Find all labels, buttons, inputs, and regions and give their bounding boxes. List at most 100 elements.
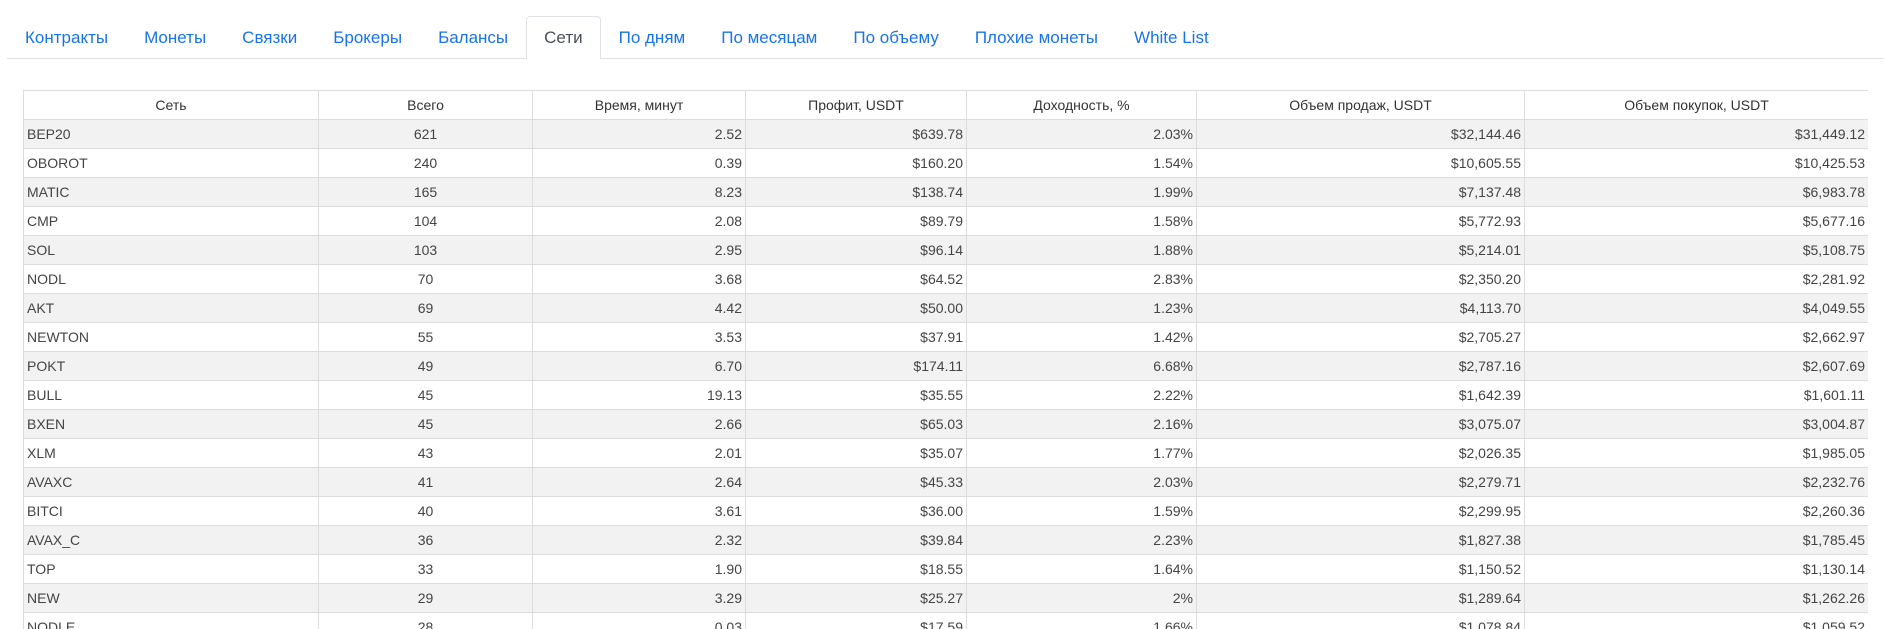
cell-purchase-volume: $31,449.12 [1524, 119, 1868, 149]
cell-yield-percent: 1.64% [966, 554, 1197, 584]
networks-table: Сеть Всего Время, минут Профит, USDT Доходно… [23, 90, 1868, 629]
column-header-purchase-volume[interactable]: Объем покупок, USDT [1524, 90, 1868, 120]
cell-purchase-volume: $2,607.69 [1524, 351, 1868, 381]
cell-network: AVAXC [23, 467, 319, 497]
cell-network: AKT [23, 293, 319, 323]
cell-network: OBOROT [23, 148, 319, 178]
cell-time-minutes: 2.95 [532, 235, 746, 265]
cell-total: 29 [318, 583, 533, 613]
table-row: BEP20 621 2.52 $639.78 2.03% $32,144.46 $31,44… [23, 119, 1868, 149]
cell-yield-percent: 1.54% [966, 148, 1197, 178]
cell-network: NEW [23, 583, 319, 613]
cell-sales-volume: $5,214.01 [1196, 235, 1525, 265]
cell-sales-volume: $1,078.84 [1196, 612, 1525, 629]
cell-purchase-volume: $2,232.76 [1524, 467, 1868, 497]
table-row: NODL 70 3.68 $64.52 2.83% $2,350.20 $2,281.92 [23, 264, 1868, 294]
cell-total: 70 [318, 264, 533, 294]
cell-yield-percent: 2.22% [966, 380, 1197, 410]
tab-1[interactable]: Монеты [126, 16, 224, 58]
cell-purchase-volume: $2,662.97 [1524, 322, 1868, 352]
cell-total: 103 [318, 235, 533, 265]
cell-profit-usdt: $138.74 [745, 177, 967, 207]
cell-total: 165 [318, 177, 533, 207]
cell-purchase-volume: $10,425.53 [1524, 148, 1868, 178]
cell-sales-volume: $4,113.70 [1196, 293, 1525, 323]
cell-sales-volume: $2,705.27 [1196, 322, 1525, 352]
table-row: CMP 104 2.08 $89.79 1.58% $5,772.93 $5,677.16 [23, 206, 1868, 236]
cell-yield-percent: 1.23% [966, 293, 1197, 323]
cell-sales-volume: $5,772.93 [1196, 206, 1525, 236]
cell-time-minutes: 0.03 [532, 612, 746, 629]
column-header-sales-volume[interactable]: Объем продаж, USDT [1196, 90, 1525, 120]
cell-profit-usdt: $35.07 [745, 438, 967, 468]
table-row: BXEN 45 2.66 $65.03 2.16% $3,075.07 $3,004.87 [23, 409, 1868, 439]
cell-network: NEWTON [23, 322, 319, 352]
table-row: SOL 103 2.95 $96.14 1.88% $5,214.01 $5,108.75 [23, 235, 1868, 265]
column-header-yield-percent[interactable]: Доходность, % [966, 90, 1197, 120]
cell-network: NODL [23, 264, 319, 294]
tab-4[interactable]: Балансы [420, 16, 526, 58]
cell-network: TOP [23, 554, 319, 584]
tab-7[interactable]: По месяцам [703, 16, 835, 58]
cell-purchase-volume: $5,108.75 [1524, 235, 1868, 265]
cell-time-minutes: 6.70 [532, 351, 746, 381]
table-row: TOP 33 1.90 $18.55 1.64% $1,150.52 $1,130.14 [23, 554, 1868, 584]
table-row: XLM 43 2.01 $35.07 1.77% $2,026.35 $1,985.05 [23, 438, 1868, 468]
cell-yield-percent: 1.58% [966, 206, 1197, 236]
tab-9[interactable]: Плохие монеты [957, 16, 1116, 58]
tab-0[interactable]: Контракты [7, 16, 126, 58]
table-row: AVAX_C 36 2.32 $39.84 2.23% $1,827.38 $1,785.4… [23, 525, 1868, 555]
cell-time-minutes: 4.42 [532, 293, 746, 323]
cell-sales-volume: $1,642.39 [1196, 380, 1525, 410]
cell-network: XLM [23, 438, 319, 468]
header-row: Сеть Всего Время, минут Профит, USDT Доходно… [23, 90, 1868, 120]
cell-total: 28 [318, 612, 533, 629]
cell-purchase-volume: $2,281.92 [1524, 264, 1868, 294]
cell-sales-volume: $2,787.16 [1196, 351, 1525, 381]
cell-profit-usdt: $96.14 [745, 235, 967, 265]
cell-total: 49 [318, 351, 533, 381]
cell-purchase-volume: $5,677.16 [1524, 206, 1868, 236]
cell-profit-usdt: $18.55 [745, 554, 967, 584]
cell-yield-percent: 1.66% [966, 612, 1197, 629]
column-header-time-minutes[interactable]: Время, минут [532, 90, 746, 120]
column-header-network[interactable]: Сеть [23, 90, 319, 120]
cell-time-minutes: 3.61 [532, 496, 746, 526]
cell-total: 41 [318, 467, 533, 497]
cell-purchase-volume: $6,983.78 [1524, 177, 1868, 207]
cell-network: SOL [23, 235, 319, 265]
column-header-profit-usdt[interactable]: Профит, USDT [745, 90, 967, 120]
cell-time-minutes: 2.32 [532, 525, 746, 555]
column-header-total[interactable]: Всего [318, 90, 533, 120]
table-row: BITCI 40 3.61 $36.00 1.59% $2,299.95 $2,260.36 [23, 496, 1868, 526]
nav-tabs: Контракты Монеты Связки Брокеры Балансы Сети П… [7, 16, 1884, 59]
cell-network: BEP20 [23, 119, 319, 149]
cell-yield-percent: 1.77% [966, 438, 1197, 468]
cell-time-minutes: 2.08 [532, 206, 746, 236]
cell-network: NODLE [23, 612, 319, 629]
cell-time-minutes: 3.68 [532, 264, 746, 294]
cell-profit-usdt: $639.78 [745, 119, 967, 149]
cell-total: 33 [318, 554, 533, 584]
cell-time-minutes: 2.64 [532, 467, 746, 497]
tab-2[interactable]: Связки [224, 16, 315, 58]
table-row: MATIC 165 8.23 $138.74 1.99% $7,137.48 $6,983.… [23, 177, 1868, 207]
cell-yield-percent: 2.03% [966, 467, 1197, 497]
cell-purchase-volume: $2,260.36 [1524, 496, 1868, 526]
cell-network: BULL [23, 380, 319, 410]
cell-sales-volume: $32,144.46 [1196, 119, 1525, 149]
cell-total: 104 [318, 206, 533, 236]
cell-time-minutes: 1.90 [532, 554, 746, 584]
cell-time-minutes: 3.29 [532, 583, 746, 613]
cell-network: CMP [23, 206, 319, 236]
cell-total: 69 [318, 293, 533, 323]
tab-8[interactable]: По объему [835, 16, 956, 58]
cell-time-minutes: 2.01 [532, 438, 746, 468]
cell-network: BITCI [23, 496, 319, 526]
tab-10[interactable]: White List [1116, 16, 1227, 58]
cell-total: 621 [318, 119, 533, 149]
tab-5[interactable]: Сети [526, 16, 601, 59]
tab-6[interactable]: По дням [601, 16, 704, 58]
tab-3[interactable]: Брокеры [315, 16, 420, 58]
cell-yield-percent: 1.42% [966, 322, 1197, 352]
